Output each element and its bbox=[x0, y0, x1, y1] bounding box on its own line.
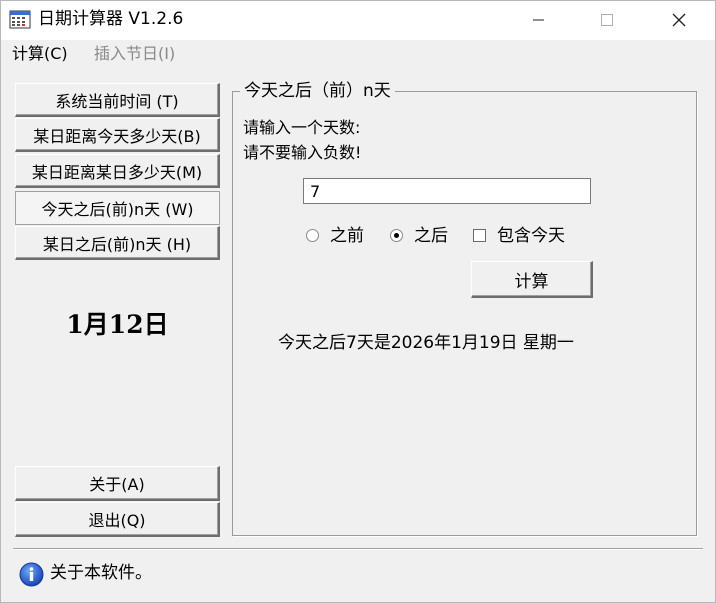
exit-button[interactable]: 退出(Q) bbox=[15, 502, 220, 537]
close-icon bbox=[672, 13, 686, 27]
groupbox-title: 今天之后（前）n天 bbox=[240, 80, 395, 102]
info-icon bbox=[19, 562, 44, 587]
nav-days-between-dates-button[interactable]: 某日距离某日多少天(M) bbox=[15, 154, 220, 188]
include-today-checkbox[interactable] bbox=[473, 229, 486, 242]
prompt-no-negative: 请不要输入负数! bbox=[243, 143, 362, 162]
menu-calc[interactable]: 计算(C) bbox=[12, 43, 68, 65]
nav-system-time-button[interactable]: 系统当前时间 (T) bbox=[15, 83, 220, 117]
days-input[interactable] bbox=[303, 178, 591, 204]
after-radio[interactable] bbox=[390, 229, 403, 242]
title-bar[interactable]: 日期计算器 V1.2.6 bbox=[0, 0, 716, 40]
prompt-enter-days: 请输入一个天数: bbox=[243, 118, 361, 137]
after-label[interactable]: 之后 bbox=[414, 225, 448, 247]
calculate-button[interactable]: 计算 bbox=[471, 261, 593, 298]
menu-insert-holiday[interactable]: 插入节日(I) bbox=[94, 43, 175, 65]
window-title: 日期计算器 V1.2.6 bbox=[38, 9, 184, 29]
nav-days-to-today-button[interactable]: 某日距离今天多少天(B) bbox=[15, 118, 220, 152]
nav-today-plus-n-button[interactable]: 今天之后(前)n天 (W) bbox=[15, 191, 220, 225]
minimize-icon bbox=[533, 19, 544, 21]
before-label[interactable]: 之前 bbox=[330, 225, 364, 247]
status-text: 关于本软件。 bbox=[50, 563, 152, 583]
current-date-display: 1月12日 bbox=[66, 310, 169, 339]
calendar-app-icon bbox=[9, 8, 31, 30]
nav-date-plus-n-button[interactable]: 某日之后(前)n天 (H) bbox=[15, 226, 220, 260]
menu-bar: 计算(C) 插入节日(I) bbox=[0, 40, 716, 68]
about-button[interactable]: 关于(A) bbox=[15, 466, 220, 501]
radio-selected-dot bbox=[394, 233, 399, 238]
result-text: 今天之后7天是2026年1月19日 星期一 bbox=[278, 333, 574, 353]
before-radio[interactable] bbox=[306, 229, 319, 242]
maximize-icon bbox=[601, 14, 613, 26]
include-today-label[interactable]: 包含今天 bbox=[497, 225, 565, 247]
maximize-button[interactable] bbox=[584, 0, 630, 40]
close-button[interactable] bbox=[656, 0, 702, 40]
status-separator bbox=[13, 548, 703, 550]
minimize-button[interactable] bbox=[516, 0, 562, 40]
